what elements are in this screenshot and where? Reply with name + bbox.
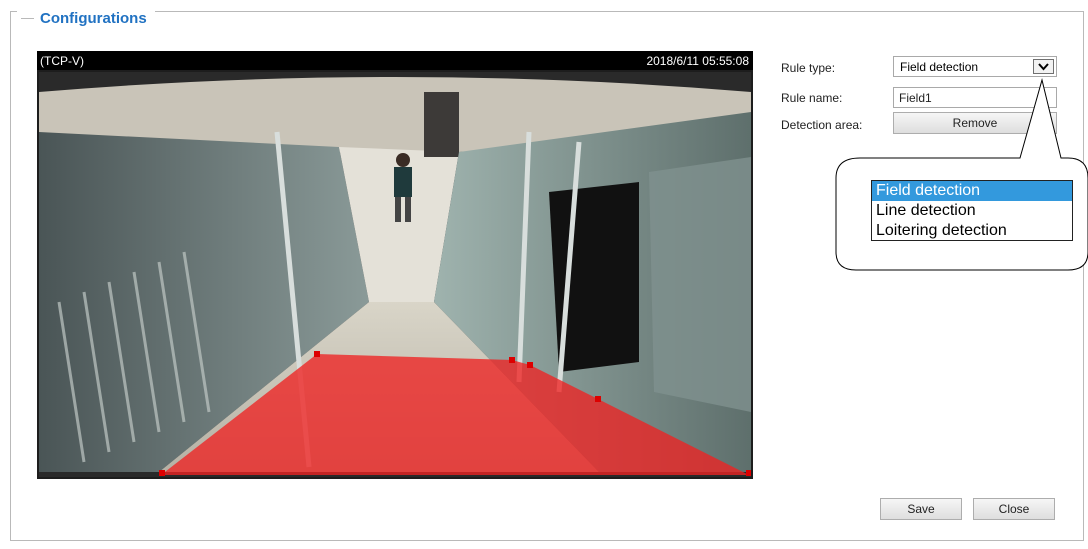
save-button[interactable]: Save: [880, 498, 962, 520]
option-field-detection[interactable]: Field detection: [872, 181, 1072, 201]
option-loitering-detection[interactable]: Loitering detection: [872, 221, 1072, 241]
close-button[interactable]: Close: [973, 498, 1055, 520]
option-line-detection[interactable]: Line detection: [872, 201, 1072, 221]
rule-type-options[interactable]: Field detection Line detection Loitering…: [871, 180, 1073, 241]
callout-bubble: [835, 78, 1088, 271]
